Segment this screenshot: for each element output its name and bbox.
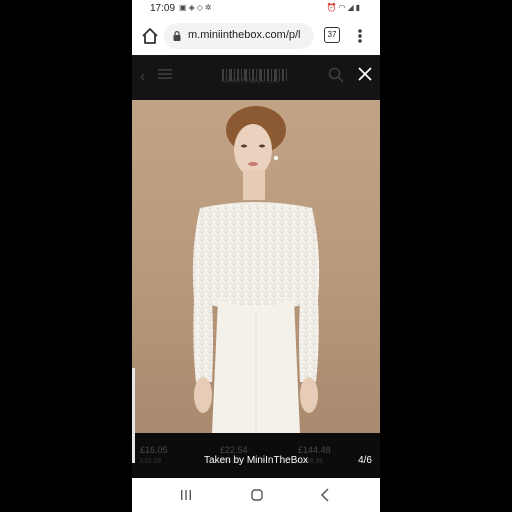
more-options-icon[interactable] — [354, 26, 366, 46]
back-button-icon[interactable] — [320, 488, 330, 502]
bride-lace-dress-image — [192, 106, 320, 433]
close-icon[interactable] — [356, 65, 374, 83]
photo-counter: 4/6 — [358, 455, 372, 466]
gallery-icon: ▣ — [179, 3, 189, 12]
status-time: 17:09 — [150, 3, 176, 14]
price-label: £144.48 — [298, 445, 331, 455]
settings-icon: ✲ — [204, 3, 214, 12]
search-icon — [328, 67, 344, 83]
lock-icon — [173, 31, 181, 41]
location-icon: ◇ — [196, 3, 205, 12]
gallery-caption-bar: £16.05 £32.06 £22.54 £45.08 £144.48 £288… — [132, 433, 380, 478]
tab-switcher-button[interactable]: 37 — [324, 27, 340, 43]
phone-screen: 17:09 ▣◈◇✲ ⏰◠◢▮ m.miniinthebox.com/p/l 3… — [132, 0, 380, 512]
battery-icon: ▮ — [355, 3, 362, 12]
edge-panel-handle[interactable] — [132, 368, 135, 463]
system-navigation-bar — [132, 478, 380, 512]
product-photo[interactable] — [132, 100, 380, 433]
logo-text: MiniInTheBox.com — [222, 79, 280, 85]
system-icons: ⏰◠◢▮ — [326, 3, 362, 12]
notification-icon: ◈ — [188, 3, 197, 12]
url-field[interactable]: m.miniinthebox.com/p/l — [164, 23, 314, 49]
home-icon[interactable] — [140, 25, 160, 47]
photo-caption: Taken by MiniInTheBox — [204, 455, 308, 466]
notification-icons: ▣◈◇✲ — [179, 3, 214, 12]
status-bar: 17:09 ▣◈◇✲ ⏰◠◢▮ — [132, 0, 380, 17]
hamburger-menu-icon — [158, 69, 172, 79]
home-button-icon[interactable] — [251, 489, 263, 501]
back-chevron-icon: ‹ — [140, 68, 146, 85]
url-text: m.miniinthebox.com/p/l — [188, 29, 301, 41]
alarm-icon: ⏰ — [326, 3, 339, 12]
gallery-overlay-header: ‹ MiniInTheBox.com — [132, 55, 380, 100]
price-label: £22.54 — [220, 445, 248, 455]
price-label: £16.05 — [140, 445, 168, 455]
browser-toolbar: m.miniinthebox.com/p/l 37 — [132, 17, 380, 55]
signal-icon: ◢ — [347, 3, 356, 12]
recent-apps-icon[interactable] — [180, 489, 192, 501]
